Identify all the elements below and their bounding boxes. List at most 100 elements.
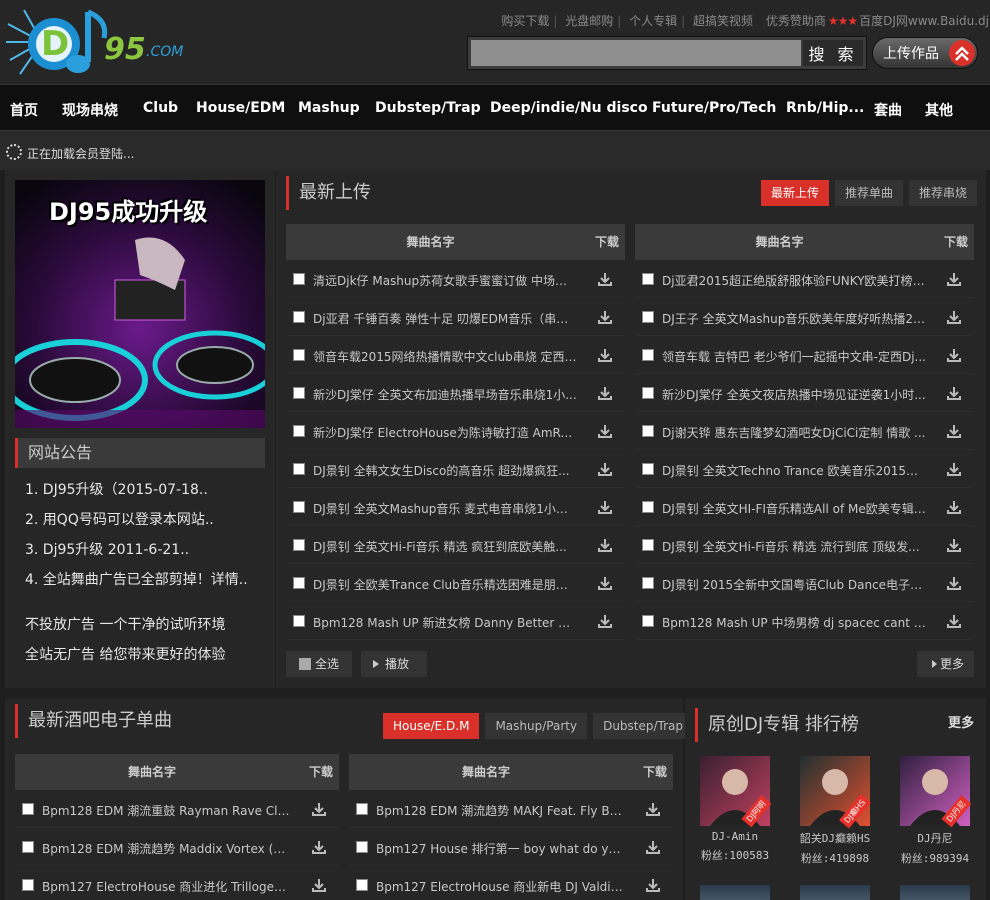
avatar[interactable]: DJ阿明 [700,756,772,828]
track-checkbox[interactable] [293,311,305,323]
avatar[interactable] [700,885,770,900]
nav-other[interactable]: 其他 [925,100,953,120]
download-icon[interactable] [946,537,962,553]
nav-home[interactable]: 首页 [10,100,38,120]
nav-live-mix[interactable]: 现场串烧 [62,100,118,120]
toplink-album[interactable]: 个人专辑 [629,14,677,28]
tab-mashup-party[interactable]: Mashup/Party [485,713,588,739]
download-icon[interactable] [597,385,613,401]
nav-club[interactable]: Club [143,100,178,116]
ranking-more-link[interactable]: 更多 [948,712,974,731]
list-item[interactable]: Bpm127 House 排行第一 boy what do you m... [349,828,673,866]
track-checkbox[interactable] [642,463,654,475]
track-checkbox[interactable] [293,349,305,361]
notice-item-4[interactable]: 4. 全站舞曲广告已全部剪掉！详情.. [25,569,248,589]
download-icon[interactable] [946,499,962,515]
track-title[interactable]: Bpm128 Mash UP 中场男榜 dj spacec cant feel.… [662,614,926,631]
download-icon[interactable] [946,423,962,439]
list-item[interactable]: DJ景钊 全英文Techno Trance 欧美音乐2015打... [635,450,974,488]
track-checkbox[interactable] [293,273,305,285]
download-icon[interactable] [597,347,613,363]
download-icon[interactable] [645,877,661,893]
track-checkbox[interactable] [293,615,305,627]
upload-button[interactable]: 上传作品 [872,37,978,69]
dj-card[interactable]: DJ阿明 DJ-Amin 粉丝:100583 [698,756,772,863]
nav-rnb[interactable]: Rnb/Hip... [786,100,864,116]
track-checkbox[interactable] [356,879,368,891]
download-icon[interactable] [946,613,962,629]
track-checkbox[interactable] [22,879,34,891]
track-checkbox[interactable] [642,425,654,437]
toplink-video[interactable]: 超搞笑视频 [693,14,753,28]
dj-name[interactable]: 韶关DJ癫赖HS [798,830,872,846]
notice-item-2[interactable]: 2. 用QQ号码可以登录本网站.. [25,509,214,529]
list-item[interactable]: 领音车载 吉特巴 老少爷们一起摇中文串-定西Dj... [635,336,974,374]
list-item[interactable]: 清远Djk仔 Mashup苏荷女歌手蜜蜜订做 中场榜... [286,260,625,298]
download-icon[interactable] [597,461,613,477]
list-item[interactable]: 领音车载2015网络热播情歌中文club串烧 定西Dj... [286,336,625,374]
download-icon[interactable] [597,423,613,439]
tab-house-edm[interactable]: House/E.D.M [383,713,480,739]
track-title[interactable]: 新沙DJ棠仔 全英文夜店热播中场见证逆袭1小时... [662,386,926,403]
track-title[interactable]: Bpm128 Mash UP 新进女榜 Danny Better Roge... [313,614,577,631]
list-item[interactable]: DJ景钊 全韩文女生Disco的高音乐 超劲爆疯狂... [286,450,625,488]
track-title[interactable]: DJ景钊 全英文Hi-Fi音乐 精选 流行到底 顶级发... [662,538,926,555]
download-icon[interactable] [311,877,327,893]
download-icon[interactable] [597,271,613,287]
track-checkbox[interactable] [293,425,305,437]
list-item[interactable]: DJ王子 全英文Mashup音乐欧美年度好听热播20... [635,298,974,336]
tab-dubstep-trap[interactable]: Dubstep/Trap [593,713,694,739]
list-item[interactable]: 新沙DJ棠仔 全英文夜店热播中场见证逆袭1小时... [635,374,974,412]
download-icon[interactable] [946,347,962,363]
track-title[interactable]: Bpm127 House 排行第一 boy what do you m... [376,840,625,857]
track-checkbox[interactable] [293,577,305,589]
list-item[interactable]: Bpm127 ElectroHouse 商业新电 DJ Valdi Fe... [349,866,673,900]
track-title[interactable]: 清远Djk仔 Mashup苏荷女歌手蜜蜜订做 中场榜... [313,272,577,289]
avatar[interactable]: DJ丹尼 [900,756,972,828]
download-icon[interactable] [946,309,962,325]
download-icon[interactable] [597,309,613,325]
nav-deep-indie[interactable]: Deep/indie/Nu disco [490,100,648,116]
track-checkbox[interactable] [22,803,34,815]
track-title[interactable]: DJ景钊 2015全新中文国粤语Club Dance电子音... [662,576,926,593]
track-title[interactable]: 领音车载 吉特巴 老少爷们一起摇中文串-定西Dj... [662,348,926,365]
track-checkbox[interactable] [642,577,654,589]
track-title[interactable]: DJ景钊 全欧美Trance Club音乐精选困难是朋友... [313,576,577,593]
track-checkbox[interactable] [22,841,34,853]
more-button[interactable]: 更多 [917,651,974,677]
download-icon[interactable] [597,613,613,629]
list-item[interactable]: DJ景钊 全英文Hi-Fi音乐 精选 流行到底 顶级发... [635,526,974,564]
list-item[interactable]: Dj谢天铧 惠东吉隆梦幻酒吧女DjCiCi定制 情歌 ... [635,412,974,450]
list-item[interactable]: Bpm128 EDM 潮流趋势 MAKJ Feat. Fly Boi K... [349,790,673,828]
download-icon[interactable] [645,801,661,817]
track-title[interactable]: 新沙DJ棠仔 全英文布加迪热播早场音乐串烧1小... [313,386,577,403]
track-title[interactable]: 新沙DJ棠仔 ElectroHouse为陈诗敏打造 AmRe... [313,424,577,441]
toplink-cd[interactable]: 光盘邮购 [565,14,613,28]
avatar[interactable]: DJ癫HS [800,756,871,829]
track-title[interactable]: Dj谢天铧 惠东吉隆梦幻酒吧女DjCiCi定制 情歌 ... [662,424,926,441]
notice-item-3[interactable]: 3. Dj95升级 2011-6-21.. [25,539,189,559]
list-item[interactable]: Bpm127 ElectroHouse 商业进化 Trillogee W... [15,866,339,900]
select-all-button[interactable]: 全选 [286,651,352,677]
list-item[interactable]: DJ景钊 全英文HI-FI音乐精选All of Me欧美专辑袭... [635,488,974,526]
download-icon[interactable] [946,461,962,477]
track-checkbox[interactable] [642,273,654,285]
track-title[interactable]: Bpm127 ElectroHouse 商业进化 Trillogee W... [42,878,291,895]
avatar[interactable] [900,885,970,900]
track-title[interactable]: DJ景钊 全英文Techno Trance 欧美音乐2015打... [662,462,926,479]
list-item[interactable]: Bpm128 Mash UP 新进女榜 Danny Better Roge... [286,602,625,640]
track-checkbox[interactable] [293,501,305,513]
track-title[interactable]: Dj亚君2015超正绝版舒服体验FUNKY欧美打榜精... [662,272,926,289]
tab-latest[interactable]: 最新上传 [761,180,830,206]
download-icon[interactable] [946,575,962,591]
track-checkbox[interactable] [642,615,654,627]
track-title[interactable]: DJ景钊 全英文Hi-Fi音乐 精选 疯狂到底欧美触... [313,538,577,555]
site-logo[interactable]: D 95 .COM [4,4,204,80]
list-item[interactable]: Dj亚君 千锤百奏 弹性十足 叨爆EDM音乐（串烧... [286,298,625,336]
list-item[interactable]: Bpm128 Mash UP 中场男榜 dj spacec cant feel.… [635,602,974,640]
track-title[interactable]: Bpm127 ElectroHouse 商业新电 DJ Valdi Fe... [376,878,625,895]
tab-recommended-mix[interactable]: 推荐串烧 [909,180,978,206]
dj-card[interactable]: DJ癫HS 韶关DJ癫赖HS 粉丝:419898 [798,756,872,866]
track-checkbox[interactable] [642,501,654,513]
nav-future[interactable]: Future/Pro/Tech [652,100,776,116]
